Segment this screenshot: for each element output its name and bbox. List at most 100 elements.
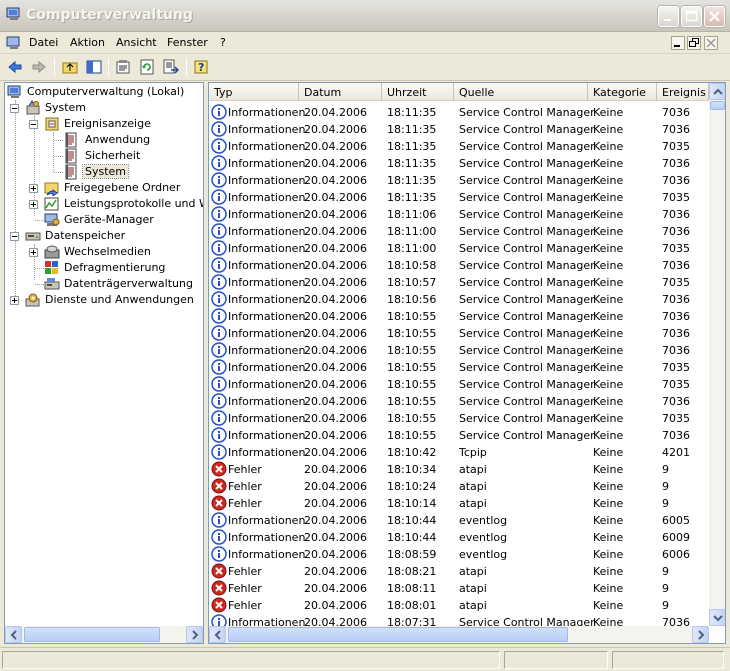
menu-aktion[interactable]: Aktion	[70, 36, 105, 49]
table-row[interactable]: Informationen 20.04.2006 18:10:55 Service C…	[209, 427, 709, 444]
tree-node-label: Wechselmedien	[64, 245, 151, 258]
table-row[interactable]: Informationen 20.04.2006 18:10:58 Service C…	[209, 257, 709, 274]
table-row[interactable]: Informationen 20.04.2006 18:11:35 Service C…	[209, 104, 709, 121]
title-bar[interactable]: Computerverwaltung	[0, 0, 730, 32]
cell-source: Service Control Manager	[459, 140, 595, 153]
table-row[interactable]: Informationen 20.04.2006 18:11:00 Service C…	[209, 240, 709, 257]
scroll-right-button[interactable]	[692, 626, 709, 643]
expand-toggle[interactable]	[29, 200, 38, 209]
tree-node-label: System	[45, 101, 87, 114]
error-icon	[211, 563, 227, 579]
close-icon	[709, 11, 720, 22]
info-icon	[211, 206, 227, 222]
export-list-button[interactable]	[162, 58, 181, 76]
scroll-thumb[interactable]	[710, 101, 725, 110]
expand-toggle[interactable]	[10, 296, 19, 305]
table-row[interactable]: Informationen 20.04.2006 18:10:56 Service C…	[209, 291, 709, 308]
table-row[interactable]: Informationen 20.04.2006 18:10:55 Service C…	[209, 376, 709, 393]
mdi-restore-button[interactable]	[687, 36, 701, 50]
table-row[interactable]: Informationen 20.04.2006 18:11:35 Service C…	[209, 189, 709, 206]
menu-fenster[interactable]: Fenster	[167, 36, 208, 49]
info-icon	[211, 240, 227, 256]
column-header-ereignis[interactable]: Ereignis	[657, 83, 709, 101]
column-header-typ[interactable]: Typ	[209, 83, 299, 101]
table-row[interactable]: Informationen 20.04.2006 18:10:44 eventlog K…	[209, 529, 709, 546]
cell-date: 20.04.2006	[304, 599, 367, 612]
cell-date: 20.04.2006	[304, 531, 367, 544]
list-vertical-scrollbar[interactable]	[709, 83, 725, 626]
show-hide-tree-button[interactable]	[85, 58, 104, 76]
help-button[interactable]: ?	[192, 58, 211, 76]
table-row[interactable]: Informationen 20.04.2006 18:10:55 Service C…	[209, 393, 709, 410]
document-window-icon[interactable]	[6, 36, 22, 50]
menu-help[interactable]: ?	[220, 36, 226, 49]
table-row[interactable]: Informationen 20.04.2006 18:11:35 Service C…	[209, 121, 709, 138]
error-icon	[211, 461, 227, 477]
cell-source: Service Control Manager	[459, 276, 595, 289]
expand-toggle[interactable]	[29, 248, 38, 257]
table-row[interactable]: Fehler 20.04.2006 18:08:01 atapi Keine 9	[209, 597, 709, 614]
table-row[interactable]: Informationen 20.04.2006 18:10:55 Service C…	[209, 410, 709, 427]
back-button[interactable]	[6, 58, 25, 76]
maximize-button[interactable]	[681, 6, 702, 27]
scroll-thumb[interactable]	[228, 627, 568, 642]
table-row[interactable]: Fehler 20.04.2006 18:10:24 atapi Keine 9	[209, 478, 709, 495]
scroll-up-button[interactable]	[709, 83, 725, 100]
table-row[interactable]: Informationen 20.04.2006 18:10:55 Service C…	[209, 325, 709, 342]
table-row[interactable]: Informationen 20.04.2006 18:11:00 Service C…	[209, 223, 709, 240]
menu-datei[interactable]: Datei	[29, 36, 58, 49]
collapse-toggle[interactable]	[10, 232, 19, 241]
event-viewer-icon	[45, 117, 59, 131]
scroll-left-button[interactable]	[209, 626, 226, 643]
collapse-toggle[interactable]	[29, 120, 38, 129]
info-icon	[211, 189, 227, 205]
scroll-down-button[interactable]	[709, 609, 725, 626]
table-row[interactable]: Informationen 20.04.2006 18:08:59 eventlog K…	[209, 546, 709, 563]
column-header-datum[interactable]: Datum	[299, 83, 382, 101]
table-row[interactable]: Fehler 20.04.2006 18:10:34 atapi Keine 9	[209, 461, 709, 478]
table-row[interactable]: Informationen 20.04.2006 18:10:57 Service C…	[209, 274, 709, 291]
cell-time: 18:11:00	[387, 242, 437, 255]
table-row[interactable]: Informationen 20.04.2006 18:11:35 Service C…	[209, 138, 709, 155]
scroll-thumb[interactable]	[24, 627, 160, 642]
menu-ansicht[interactable]: Ansicht	[116, 36, 157, 49]
cell-type: Informationen	[228, 310, 306, 323]
tree-horizontal-scrollbar[interactable]	[5, 626, 203, 643]
table-row[interactable]: Informationen 20.04.2006 18:10:44 eventlog K…	[209, 512, 709, 529]
column-header-kategorie[interactable]: Kategorie	[588, 83, 657, 101]
table-row[interactable]: Informationen 20.04.2006 18:10:42 Tcpip Kein…	[209, 444, 709, 461]
column-header-uhrzeit[interactable]: Uhrzeit	[382, 83, 454, 101]
table-row[interactable]: Fehler 20.04.2006 18:10:14 atapi Keine 9	[209, 495, 709, 512]
scroll-left-button[interactable]	[5, 626, 22, 643]
table-row[interactable]: Informationen 20.04.2006 18:11:35 Service C…	[209, 172, 709, 189]
table-row[interactable]: Fehler 20.04.2006 18:08:21 atapi Keine 9	[209, 563, 709, 580]
cell-type: Informationen	[228, 361, 306, 374]
table-row[interactable]: Fehler 20.04.2006 18:08:11 atapi Keine 9	[209, 580, 709, 597]
up-one-level-button[interactable]	[61, 58, 80, 76]
cell-date: 20.04.2006	[304, 123, 367, 136]
mdi-minimize-button[interactable]	[671, 36, 685, 50]
mdi-close-button[interactable]	[704, 36, 718, 50]
cell-category: Keine	[593, 310, 624, 323]
cell-time: 18:11:35	[387, 123, 437, 136]
table-row[interactable]: Informationen 20.04.2006 18:10:55 Service C…	[209, 342, 709, 359]
list-horizontal-scrollbar[interactable]	[209, 626, 709, 643]
forward-button[interactable]	[30, 58, 49, 76]
table-row[interactable]: Informationen 20.04.2006 18:11:35 Service C…	[209, 155, 709, 172]
refresh-button[interactable]	[138, 58, 157, 76]
table-row[interactable]: Informationen 20.04.2006 18:10:55 Service C…	[209, 308, 709, 325]
table-row[interactable]: Informationen 20.04.2006 18:10:55 Service C…	[209, 359, 709, 376]
cell-time: 18:11:35	[387, 174, 437, 187]
column-header-quelle[interactable]: Quelle	[454, 83, 588, 101]
table-row[interactable]: Informationen 20.04.2006 18:07:31 Service C…	[209, 614, 709, 626]
tree-node-label: Defragmentierung	[64, 261, 166, 274]
table-row[interactable]: Informationen 20.04.2006 18:11:06 Service C…	[209, 206, 709, 223]
properties-button[interactable]	[114, 58, 133, 76]
up-folder-icon	[62, 62, 78, 74]
collapse-toggle[interactable]	[10, 104, 19, 113]
cell-time: 18:10:44	[387, 531, 437, 544]
expand-toggle[interactable]	[29, 184, 38, 193]
minimize-button[interactable]	[658, 6, 679, 27]
scroll-right-button[interactable]	[186, 626, 203, 643]
close-button[interactable]	[704, 6, 725, 27]
